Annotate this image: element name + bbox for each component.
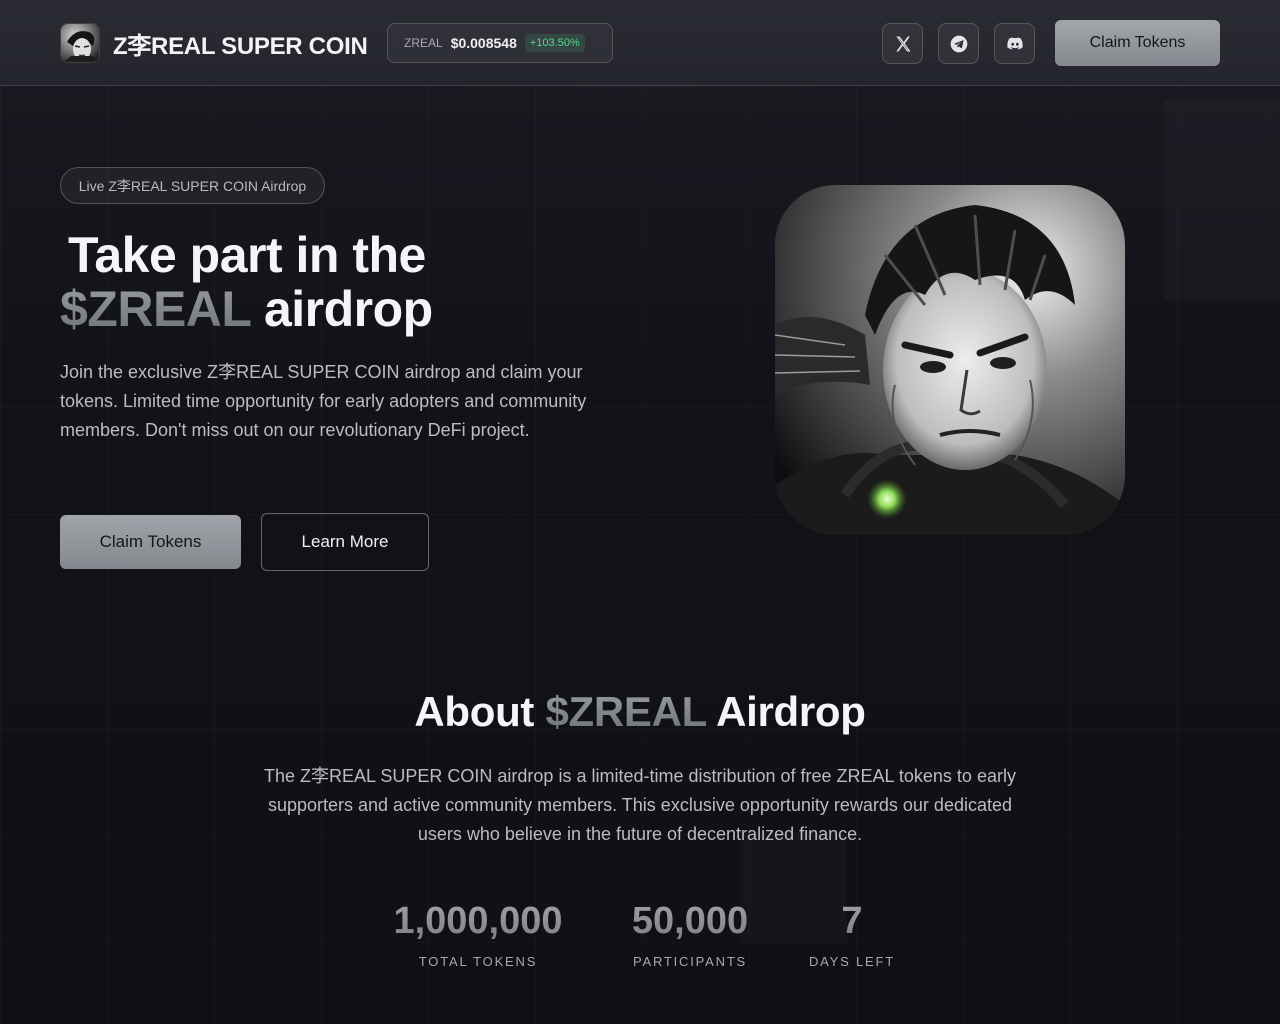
discord-icon (1006, 37, 1023, 49)
hero-portrait-image (775, 185, 1125, 535)
site-header: Z李REAL SUPER COIN ZREAL $0.008548 +103.5… (0, 0, 1280, 86)
about-title-pre: About (414, 688, 546, 735)
ticker-symbol: ZREAL (404, 36, 443, 50)
stat-days-left: 7 DAYS LEFT (800, 898, 904, 969)
stat-value: 7 (800, 898, 904, 944)
about-description: The Z李REAL SUPER COIN airdrop is a limit… (264, 766, 1016, 844)
hero-title-rest: airdrop (250, 281, 433, 337)
about-title: About $ZREAL Airdrop (0, 688, 1280, 736)
x-twitter-icon (895, 36, 910, 51)
stat-value: 1,000,000 (378, 898, 578, 944)
header-claim-tokens-button[interactable]: Claim Tokens (1055, 20, 1220, 66)
x-twitter-button[interactable] (882, 23, 923, 64)
avatar-portrait-icon (60, 23, 100, 63)
claim-tokens-button[interactable]: Claim Tokens (60, 515, 241, 569)
discord-button[interactable] (994, 23, 1035, 64)
hero-title: Take part in the $ZREAL airdrop (60, 228, 660, 336)
background-tile (1164, 100, 1280, 300)
telegram-icon (950, 35, 967, 52)
ticker-price: $0.008548 (450, 35, 517, 51)
stat-label: TOTAL TOKENS (418, 954, 538, 969)
hero-title-accent: $ZREAL (60, 281, 251, 337)
learn-more-button[interactable]: Learn More (261, 513, 429, 571)
brand-name: Z李REAL SUPER COIN (113, 32, 368, 60)
about-title-accent: $ZREAL (545, 688, 707, 735)
price-ticker: ZREAL $0.008548 +103.50% (387, 23, 613, 63)
stat-label: DAYS LEFT (808, 954, 896, 969)
ticker-change-badge: +103.50% (524, 34, 585, 52)
live-airdrop-badge: Live Z李REAL SUPER COIN Airdrop (60, 167, 325, 204)
stat-participants: 50,000 PARTICIPANTS (610, 898, 770, 969)
hero-description: Join the exclusive Z李REAL SUPER COIN air… (60, 362, 587, 440)
telegram-button[interactable] (938, 23, 979, 64)
brand[interactable]: Z李REAL SUPER COIN (60, 23, 368, 63)
stat-value: 50,000 (610, 898, 770, 944)
hero-title-line1: Take part in the (68, 227, 426, 283)
stat-label: PARTICIPANTS (632, 954, 748, 969)
about-title-post: Airdrop (706, 688, 866, 735)
stat-total-tokens: 1,000,000 TOTAL TOKENS (378, 898, 578, 969)
